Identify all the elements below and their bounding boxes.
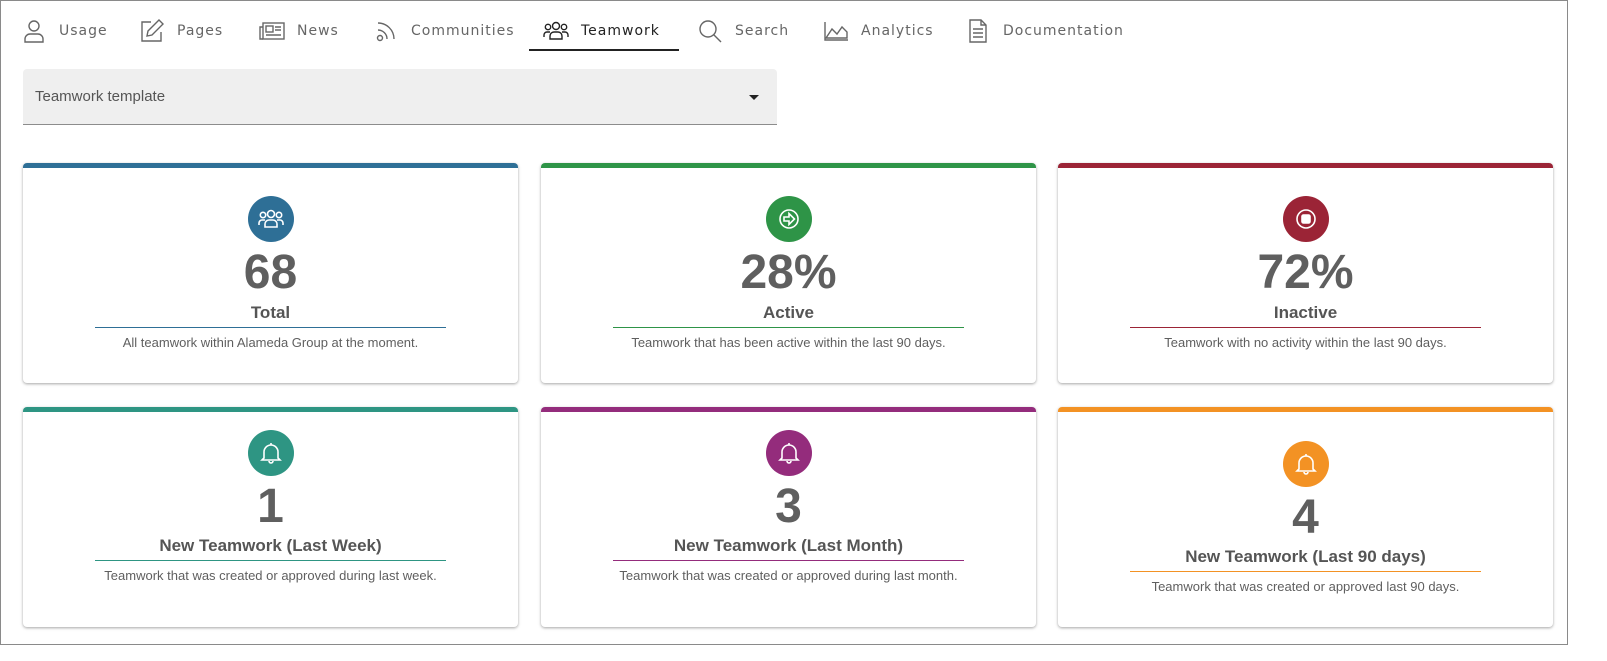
tab-usage[interactable]: Usage bbox=[21, 11, 108, 51]
stat-description: Teamwork that was created or approved la… bbox=[1151, 579, 1460, 594]
teamwork-template-select[interactable]: Teamwork template bbox=[23, 69, 777, 125]
tab-bar: Usage Pages News Communities Teamwork Se… bbox=[1, 1, 1567, 53]
tab-label: Search bbox=[735, 23, 790, 39]
tab-analytics[interactable]: Analytics bbox=[823, 11, 934, 51]
rss-icon bbox=[373, 18, 399, 44]
tab-label: Teamwork bbox=[581, 23, 660, 39]
stat-description: All teamwork within Alameda Group at the… bbox=[122, 335, 419, 350]
bell-icon bbox=[248, 430, 294, 476]
card-accent-bar bbox=[23, 407, 518, 412]
search-icon bbox=[697, 18, 723, 44]
stat-title: Inactive bbox=[1273, 303, 1338, 322]
active-tab-indicator bbox=[529, 49, 679, 51]
title-divider bbox=[613, 560, 964, 561]
document-icon bbox=[965, 18, 991, 44]
card-accent-bar bbox=[541, 163, 1036, 168]
user-icon bbox=[21, 18, 47, 44]
tab-label: Communities bbox=[411, 23, 515, 39]
stat-value: 3 bbox=[775, 480, 802, 533]
stat-card-new-last-90-days: 4 New Teamwork (Last 90 days) Teamwork t… bbox=[1058, 407, 1553, 627]
edit-icon bbox=[139, 18, 165, 44]
tab-documentation[interactable]: Documentation bbox=[965, 11, 1124, 51]
stat-title: New Teamwork (Last Month) bbox=[673, 536, 904, 555]
stat-title: Total bbox=[250, 303, 291, 322]
stat-description: Teamwork that has been active within the… bbox=[631, 335, 946, 350]
stat-card-new-last-month: 3 New Teamwork (Last Month) Teamwork tha… bbox=[541, 407, 1036, 627]
area-chart-icon bbox=[823, 18, 849, 44]
tab-pages[interactable]: Pages bbox=[139, 11, 223, 51]
stop-circle-icon bbox=[1283, 196, 1329, 242]
tab-label: Documentation bbox=[1003, 23, 1124, 39]
card-accent-bar bbox=[541, 407, 1036, 412]
tab-news[interactable]: News bbox=[259, 11, 339, 51]
teamwork-dashboard: Usage Pages News Communities Teamwork Se… bbox=[0, 0, 1568, 645]
tab-teamwork[interactable]: Teamwork bbox=[543, 11, 660, 51]
bell-icon bbox=[766, 430, 812, 476]
stat-card-inactive: 72% Inactive Teamwork with no activity w… bbox=[1058, 163, 1553, 383]
select-value: Teamwork template bbox=[35, 88, 166, 105]
stat-description: Teamwork that was created or approved du… bbox=[104, 568, 437, 583]
stat-description: Teamwork that was created or approved du… bbox=[619, 568, 958, 583]
stat-value: 72% bbox=[1257, 246, 1354, 299]
card-accent-bar bbox=[1058, 407, 1553, 412]
stat-card-active: 28% Active Teamwork that has been active… bbox=[541, 163, 1036, 383]
stat-value: 28% bbox=[740, 246, 837, 299]
stat-value: 1 bbox=[257, 480, 284, 533]
stat-card-new-last-week: 1 New Teamwork (Last Week) Teamwork that… bbox=[23, 407, 518, 627]
tab-label: Usage bbox=[59, 23, 108, 39]
card-accent-bar bbox=[1058, 163, 1553, 168]
team-icon bbox=[543, 18, 569, 44]
title-divider bbox=[613, 327, 964, 328]
stat-description: Teamwork with no activity within the las… bbox=[1164, 335, 1447, 350]
stat-value: 68 bbox=[243, 246, 298, 299]
team-icon bbox=[248, 196, 294, 242]
stat-title: Active bbox=[762, 303, 815, 322]
tab-search[interactable]: Search bbox=[697, 11, 789, 51]
title-divider bbox=[95, 560, 446, 561]
dropdown-arrow-icon bbox=[749, 95, 759, 100]
tab-label: News bbox=[297, 23, 339, 39]
arrow-right-circle-icon bbox=[766, 196, 812, 242]
tab-label: Analytics bbox=[861, 23, 934, 39]
card-accent-bar bbox=[23, 163, 518, 168]
title-divider bbox=[1130, 571, 1481, 572]
stat-card-total: 68 Total All teamwork within Alameda Gro… bbox=[23, 163, 518, 383]
stat-title: New Teamwork (Last 90 days) bbox=[1185, 547, 1426, 566]
tab-label: Pages bbox=[177, 23, 224, 39]
bell-icon bbox=[1283, 441, 1329, 487]
tab-communities[interactable]: Communities bbox=[373, 11, 515, 51]
stat-title: New Teamwork (Last Week) bbox=[159, 536, 382, 555]
title-divider bbox=[95, 327, 446, 328]
title-divider bbox=[1130, 327, 1481, 328]
newspaper-icon bbox=[259, 18, 285, 44]
stat-value: 4 bbox=[1292, 491, 1319, 544]
